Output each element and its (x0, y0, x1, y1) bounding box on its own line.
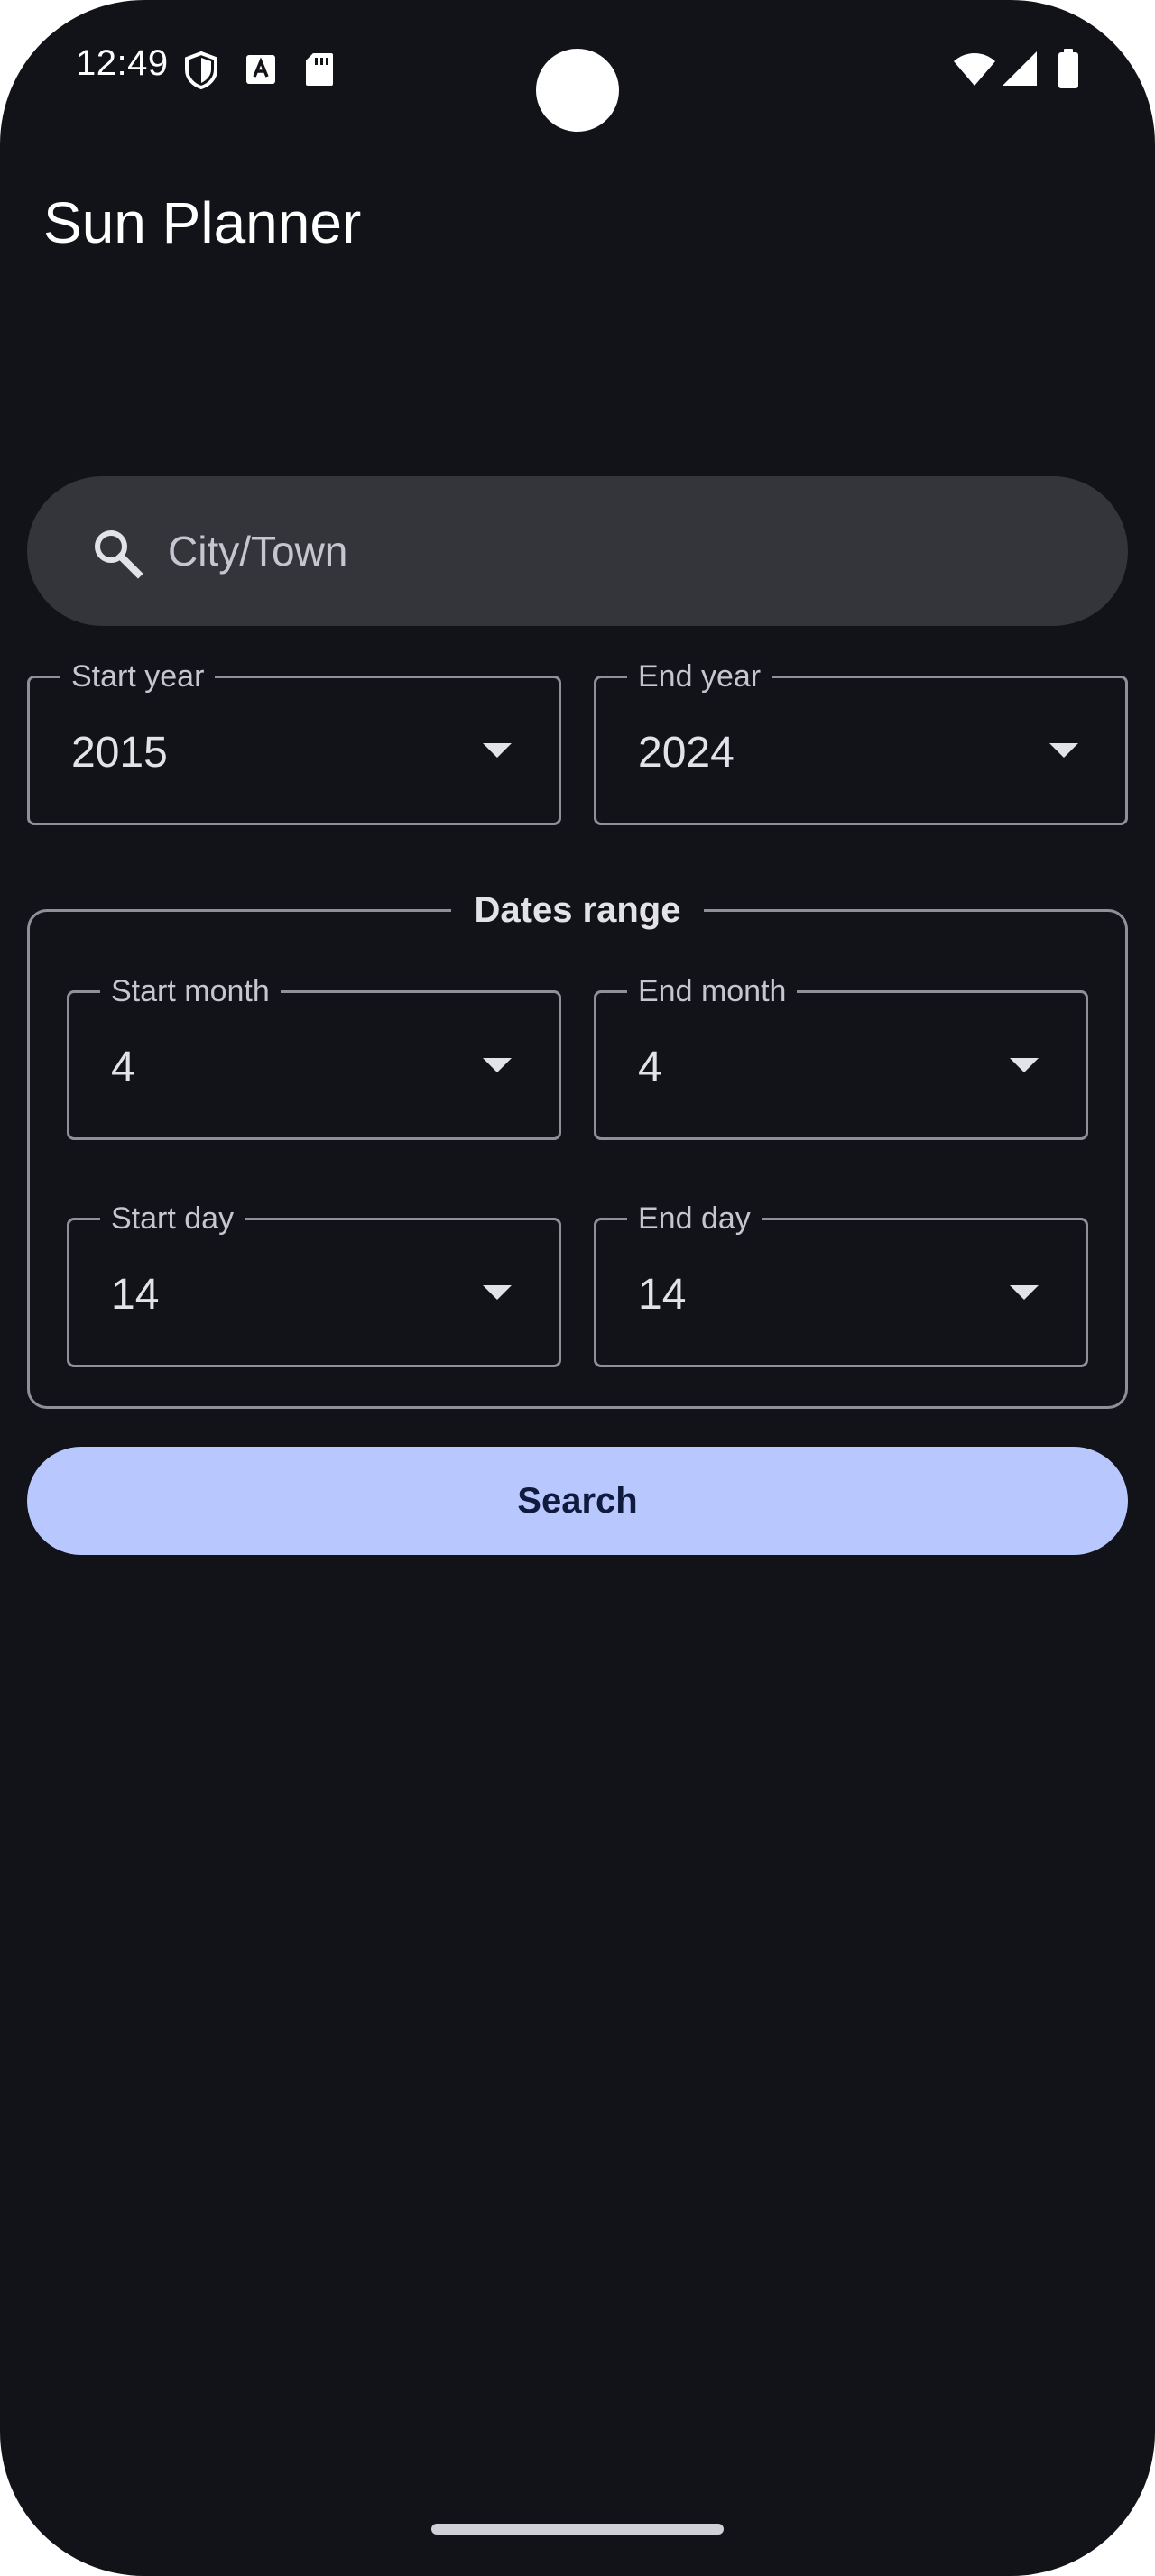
search-button[interactable]: Search (27, 1447, 1128, 1555)
phone-screen: 12:49 Sun Planner City/Town Start year 2… (0, 0, 1155, 2576)
status-time: 12:49 (76, 43, 169, 83)
dropdown-arrow-icon (483, 1058, 512, 1072)
dropdown-arrow-icon (483, 743, 512, 758)
camera-cutout (536, 49, 619, 132)
end-day-value: 14 (638, 1271, 687, 1319)
shield-icon (185, 51, 217, 90)
app-title: Sun Planner (43, 190, 362, 255)
end-month-dropdown[interactable]: End month 4 (594, 973, 1088, 1140)
start-day-dropdown[interactable]: Start day 14 (67, 1201, 561, 1367)
dropdown-arrow-icon (483, 1285, 512, 1300)
end-year-dropdown[interactable]: End year 2024 (594, 658, 1128, 825)
dates-range-title: Dates range (450, 885, 705, 935)
start-month-dropdown[interactable]: Start month 4 (67, 973, 561, 1140)
start-day-value: 14 (111, 1271, 160, 1319)
gesture-nav-bar[interactable] (431, 2524, 724, 2535)
start-year-dropdown[interactable]: Start year 2015 (27, 658, 561, 825)
cell-signal-icon (1003, 51, 1037, 86)
dropdown-arrow-icon (1049, 743, 1078, 758)
start-month-label: Start month (100, 973, 281, 1009)
end-year-value: 2024 (638, 729, 735, 777)
dropdown-arrow-icon (1010, 1285, 1039, 1300)
sd-card-icon (306, 53, 333, 86)
end-day-label: End day (627, 1201, 762, 1237)
end-month-value: 4 (638, 1044, 662, 1091)
battery-icon (1058, 49, 1078, 88)
wifi-icon (954, 53, 995, 86)
font-a-icon (246, 55, 275, 84)
dropdown-arrow-icon (1010, 1058, 1039, 1072)
start-year-value: 2015 (71, 729, 168, 777)
end-month-label: End month (627, 973, 798, 1009)
search-input[interactable] (168, 476, 1070, 626)
start-day-label: Start day (100, 1201, 245, 1237)
start-year-label: Start year (60, 658, 216, 695)
end-day-dropdown[interactable]: End day 14 (594, 1201, 1088, 1367)
search-bar[interactable] (27, 476, 1128, 626)
start-month-value: 4 (111, 1044, 135, 1091)
end-year-label: End year (627, 658, 772, 695)
status-bar: 12:49 (0, 0, 1155, 135)
search-icon (95, 530, 143, 579)
